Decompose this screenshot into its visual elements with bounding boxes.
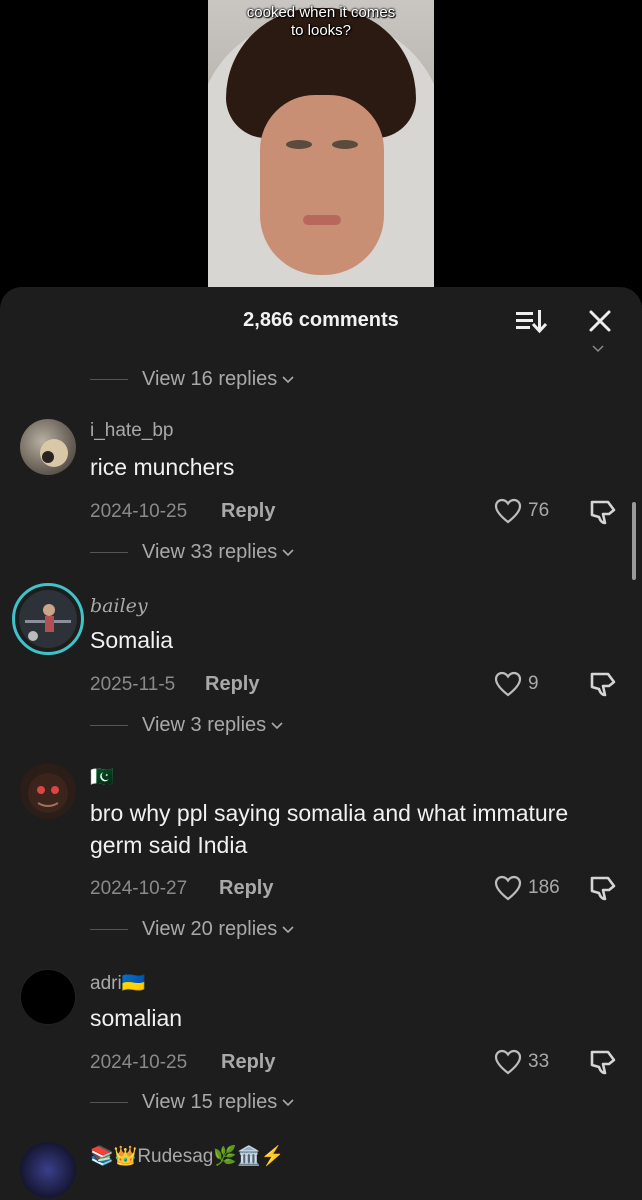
heart-icon bbox=[494, 671, 522, 697]
reply-button[interactable]: Reply bbox=[205, 673, 259, 696]
dislike-icon[interactable] bbox=[588, 669, 618, 699]
close-icon bbox=[589, 310, 611, 332]
comment-text: rice munchers bbox=[90, 454, 235, 480]
view-replies-label: View 20 replies bbox=[142, 917, 278, 940]
chevron-down-icon bbox=[592, 345, 604, 353]
caption-line-2: to looks? bbox=[290, 22, 352, 39]
eye bbox=[332, 140, 358, 149]
like-count: 9 bbox=[528, 673, 539, 694]
video-preview[interactable]: cooked when it comes to looks? bbox=[208, 0, 434, 288]
sort-button[interactable] bbox=[512, 307, 548, 335]
like-button[interactable]: 76 bbox=[494, 498, 549, 524]
chevron-down-icon bbox=[282, 549, 294, 557]
divider bbox=[90, 551, 128, 553]
avatar[interactable] bbox=[20, 1142, 76, 1198]
eye bbox=[286, 140, 312, 149]
heart-icon bbox=[494, 875, 522, 901]
view-replies-label: View 3 replies bbox=[142, 713, 267, 736]
sort-icon bbox=[516, 310, 548, 334]
view-replies-label: View 15 replies bbox=[142, 1090, 278, 1113]
heart-icon bbox=[494, 498, 522, 524]
comments-sheet: 2,866 comments View 16 replies i_hate_bp… bbox=[0, 287, 642, 1200]
avatar[interactable] bbox=[12, 583, 84, 655]
heart-icon bbox=[494, 1049, 522, 1075]
avatar[interactable] bbox=[20, 419, 76, 475]
comment-username[interactable]: 🇵🇰 bbox=[90, 765, 114, 789]
like-button[interactable]: 33 bbox=[494, 1049, 549, 1075]
view-replies-button[interactable]: View 16 replies bbox=[90, 364, 295, 394]
dislike-icon[interactable] bbox=[588, 1047, 618, 1077]
comment-date: 2024-10-25 bbox=[90, 1052, 188, 1073]
divider bbox=[90, 724, 128, 726]
comment-text: Somalia bbox=[90, 627, 174, 653]
avatar[interactable] bbox=[20, 969, 76, 1025]
dislike-icon[interactable] bbox=[588, 873, 618, 903]
face bbox=[260, 95, 384, 275]
avatar-image bbox=[19, 590, 77, 648]
comments-header: 2,866 comments bbox=[0, 287, 642, 353]
comment-text-line: bro why ppl saying somalia and what imma… bbox=[90, 800, 569, 826]
view-replies-button[interactable]: View 20 replies bbox=[90, 914, 295, 944]
comment-text: somalian bbox=[90, 1005, 183, 1031]
comment-text-line: germ said India bbox=[90, 832, 248, 858]
comment-username[interactable]: adri🇺🇦 bbox=[90, 971, 145, 995]
view-replies-button[interactable]: View 3 replies bbox=[90, 710, 284, 740]
avatar-image bbox=[28, 773, 68, 813]
dislike-icon[interactable] bbox=[588, 497, 618, 527]
avatar-image bbox=[40, 439, 68, 467]
reply-button[interactable]: Reply bbox=[221, 1051, 275, 1074]
avatar[interactable] bbox=[20, 763, 76, 819]
reply-button[interactable]: Reply bbox=[221, 500, 275, 523]
chevron-down-icon bbox=[282, 376, 294, 384]
divider bbox=[90, 378, 128, 380]
caption-line-1: cooked when it comes bbox=[246, 4, 396, 21]
comment-username[interactable]: bailey bbox=[90, 595, 148, 617]
reply-button[interactable]: Reply bbox=[219, 877, 273, 900]
chevron-down-icon bbox=[282, 926, 294, 934]
like-count: 76 bbox=[528, 500, 550, 521]
like-count: 186 bbox=[528, 877, 560, 898]
divider bbox=[90, 1101, 128, 1103]
view-replies-button[interactable]: View 33 replies bbox=[90, 537, 295, 567]
comment-text: bro why ppl saying somalia and what imma… bbox=[90, 797, 630, 861]
view-replies-button[interactable]: View 15 replies bbox=[90, 1087, 295, 1117]
comment-username[interactable]: 📚👑Rudesag🌿🏛️⚡️ bbox=[90, 1144, 284, 1168]
mouth bbox=[303, 215, 341, 225]
scrollbar[interactable] bbox=[632, 502, 636, 580]
chevron-down-icon bbox=[282, 1099, 294, 1107]
comment-date: 2024-10-25 bbox=[90, 501, 188, 522]
like-count: 33 bbox=[528, 1051, 550, 1072]
video-caption: cooked when it comes to looks? bbox=[208, 4, 434, 40]
view-replies-label: View 16 replies bbox=[142, 367, 278, 390]
chevron-down-icon bbox=[271, 722, 283, 730]
comment-date: 2024-10-27 bbox=[90, 878, 188, 899]
divider bbox=[90, 928, 128, 930]
view-replies-label: View 33 replies bbox=[142, 540, 278, 563]
close-button[interactable] bbox=[584, 305, 616, 337]
comment-username[interactable]: i_hate_bp bbox=[90, 420, 173, 442]
like-button[interactable]: 9 bbox=[494, 671, 539, 697]
comment-date: 2025-11-5 bbox=[90, 674, 176, 695]
like-button[interactable]: 186 bbox=[494, 875, 560, 901]
